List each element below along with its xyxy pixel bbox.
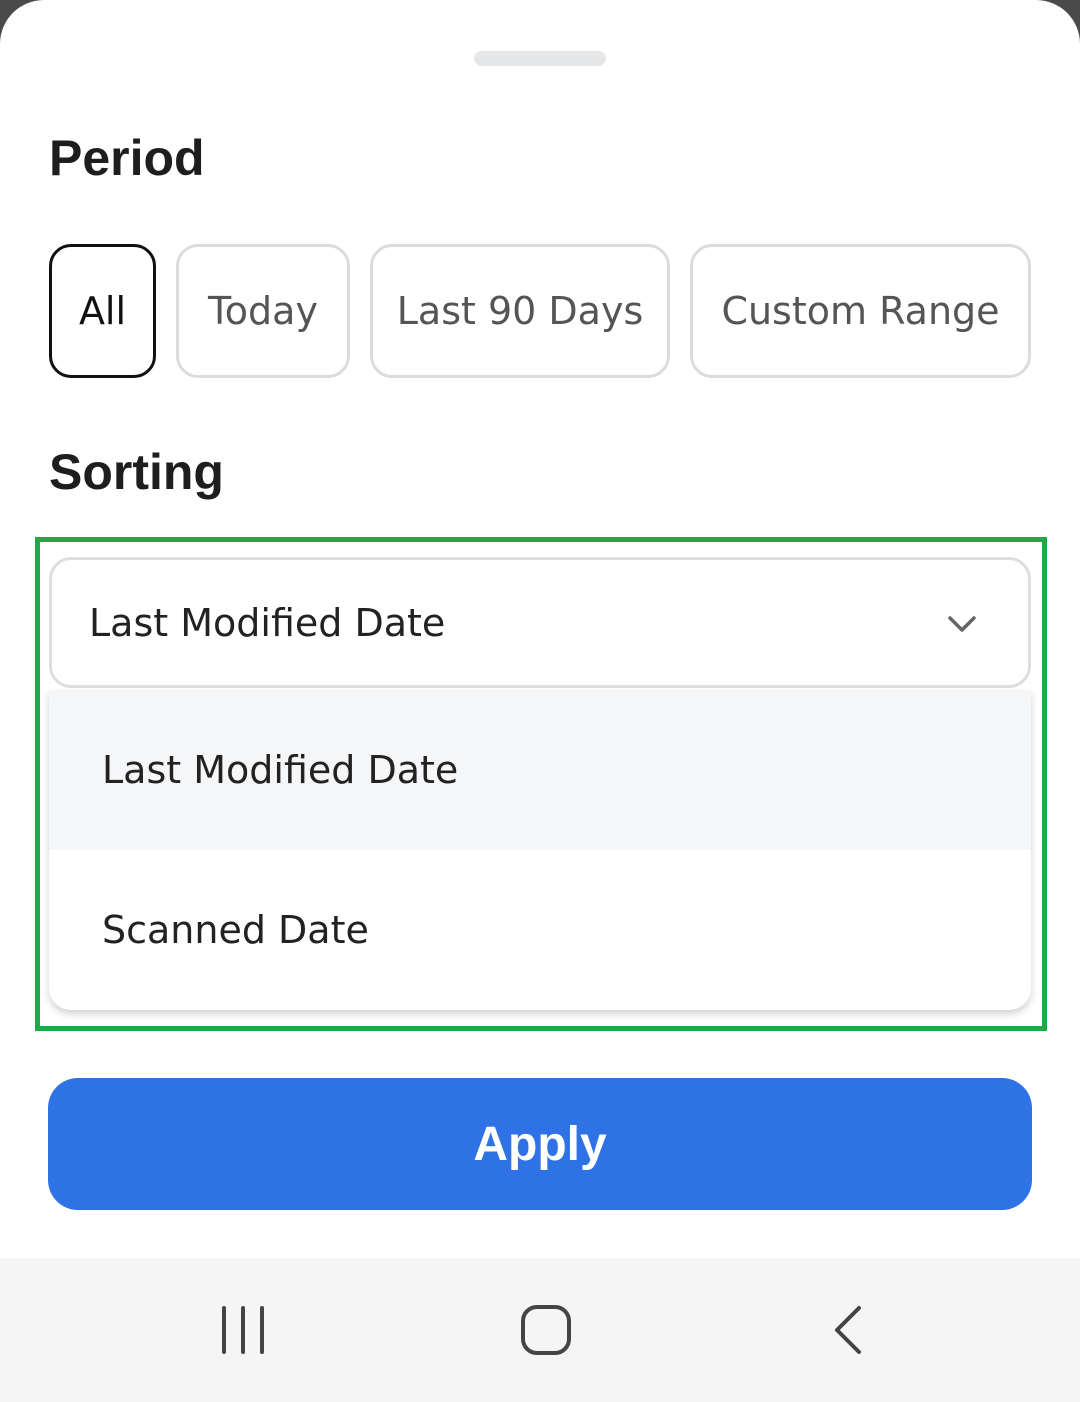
back-icon — [835, 1306, 861, 1354]
home-icon — [521, 1305, 571, 1355]
period-chip-today[interactable]: Today — [176, 244, 350, 378]
period-chip-custom-range[interactable]: Custom Range — [690, 244, 1031, 378]
back-button[interactable] — [759, 1258, 939, 1402]
filter-bottom-sheet: Period All Today Last 90 Days Custom Ran… — [0, 0, 1080, 1258]
sorting-title: Sorting — [49, 444, 224, 500]
period-chip-all[interactable]: All — [49, 244, 156, 378]
recent-apps-icon — [222, 1306, 264, 1354]
drag-handle[interactable] — [474, 51, 606, 66]
apply-button[interactable]: Apply — [48, 1078, 1032, 1210]
period-title: Period — [49, 130, 205, 186]
home-button[interactable] — [456, 1258, 636, 1402]
highlight-outline — [35, 537, 1047, 1031]
system-navigation-bar — [0, 1258, 1080, 1402]
recent-apps-button[interactable] — [153, 1258, 333, 1402]
period-chip-last-90-days[interactable]: Last 90 Days — [370, 244, 670, 378]
